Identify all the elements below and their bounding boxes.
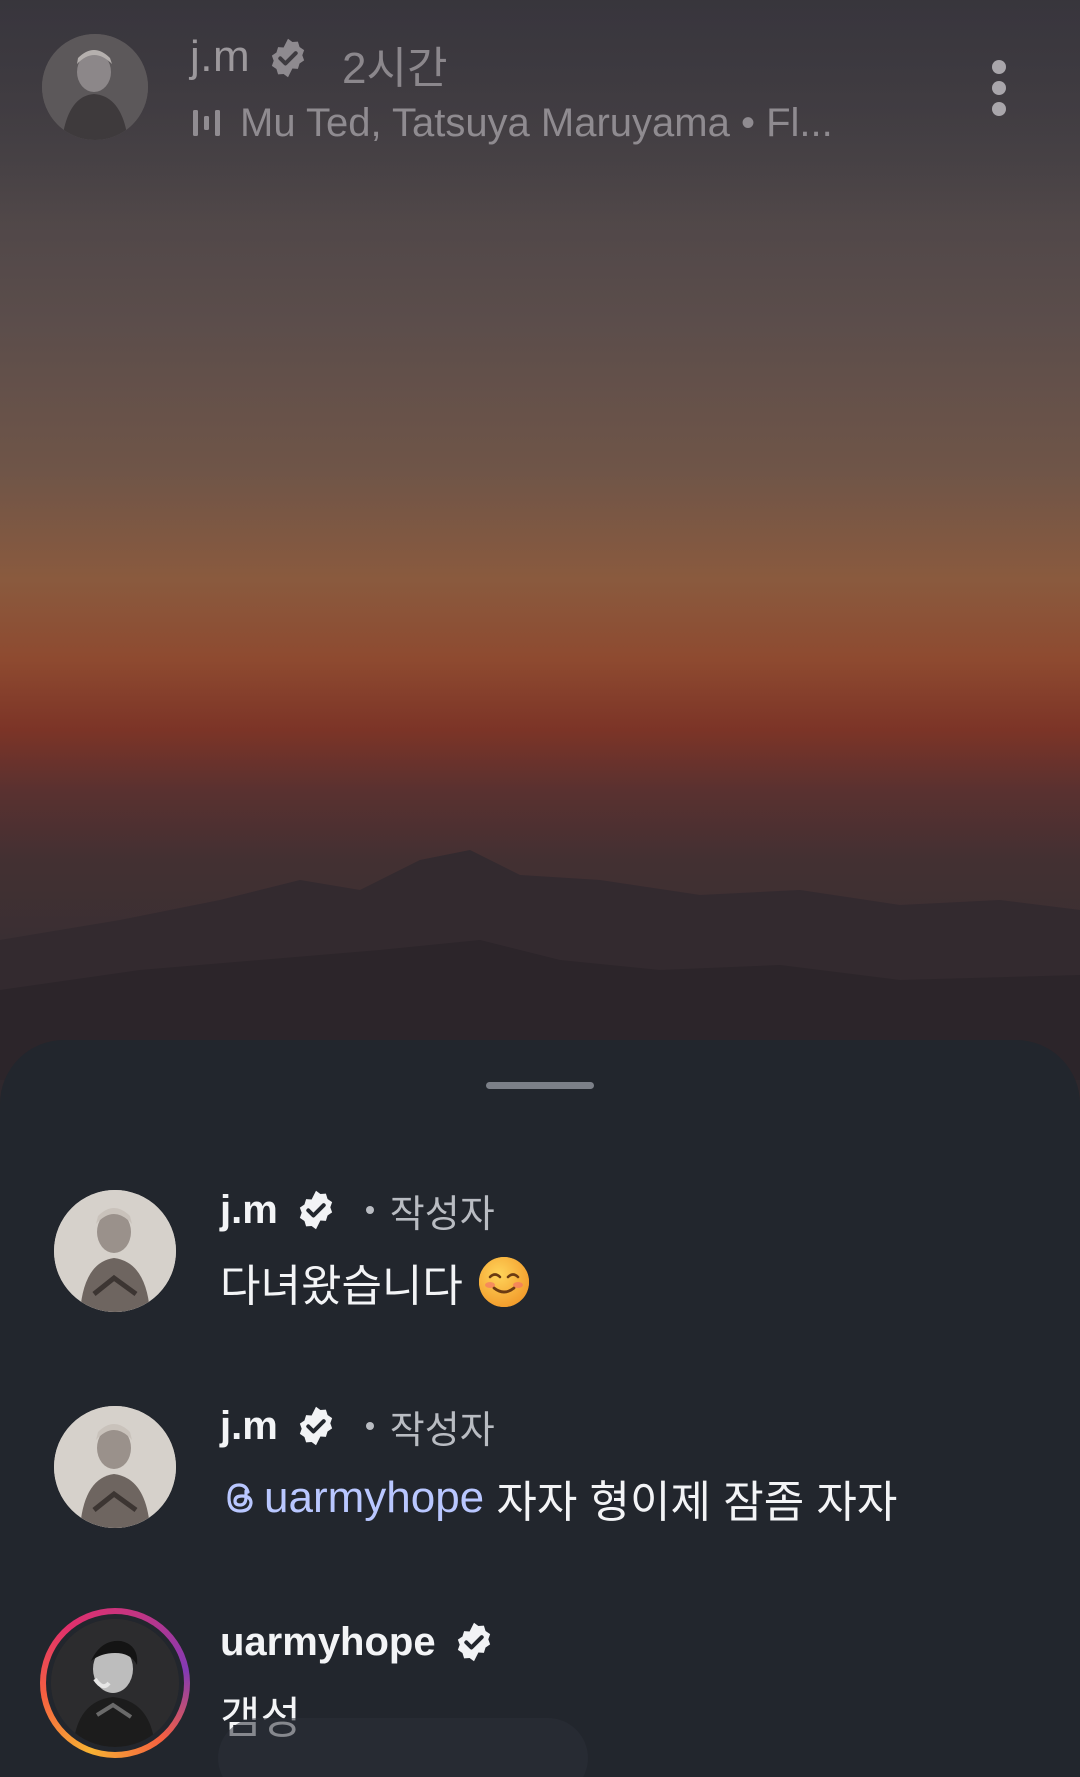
separator-dot bbox=[365, 1206, 374, 1214]
music-bars-icon bbox=[193, 110, 220, 136]
comment-avatar[interactable] bbox=[54, 1190, 176, 1312]
music-label: Mu Ted, Tatsuya Maruyama • Fl... bbox=[240, 100, 833, 145]
comment-text: 다녀왔습니다 bbox=[220, 1250, 531, 1314]
story-ring-avatar[interactable] bbox=[40, 1608, 190, 1758]
reply-input-placeholder[interactable] bbox=[218, 1718, 588, 1777]
author-label: 작성자 bbox=[389, 1193, 495, 1236]
story-header: j.m 2시간 Mu Ted, Tatsuya Maruyama • Fl... bbox=[0, 0, 1080, 160]
author-avatar[interactable] bbox=[42, 34, 148, 140]
comment-username[interactable]: j.m bbox=[220, 1188, 278, 1233]
mention-username: uarmyhope bbox=[264, 1473, 485, 1522]
sheet-drag-handle[interactable] bbox=[486, 1082, 594, 1089]
mention-link[interactable]: uarmyhope bbox=[220, 1473, 484, 1523]
verified-badge-icon bbox=[299, 1406, 332, 1446]
comment-body: 자자 형이제 잠좀 자자 bbox=[484, 1478, 898, 1527]
music-attribution[interactable]: Mu Ted, Tatsuya Maruyama • Fl... bbox=[190, 98, 833, 148]
comment-avatar[interactable] bbox=[54, 1406, 176, 1528]
verified-badge-icon bbox=[457, 1622, 490, 1662]
comments-sheet: j.m 작성자 다녀왔습니다 j.m 작성자 uarmyhope 자자 형이제 … bbox=[0, 1040, 1080, 1777]
author-username[interactable]: j.m bbox=[190, 32, 250, 82]
comment-username[interactable]: uarmyhope bbox=[220, 1620, 436, 1665]
threads-icon bbox=[227, 1483, 253, 1513]
verified-badge-icon bbox=[271, 38, 305, 78]
more-options-button[interactable] bbox=[976, 52, 1024, 172]
smiling-face-icon bbox=[478, 1257, 529, 1307]
comment-body: 다녀왔습니다 bbox=[220, 1262, 463, 1311]
verified-badge-icon bbox=[299, 1190, 332, 1230]
author-label: 작성자 bbox=[389, 1409, 495, 1452]
comment-username[interactable]: j.m bbox=[220, 1404, 278, 1449]
post-time: 2시간 bbox=[342, 44, 448, 93]
comment-text: uarmyhope 자자 형이제 잠좀 자자 bbox=[220, 1466, 897, 1530]
separator-dot bbox=[365, 1422, 374, 1430]
